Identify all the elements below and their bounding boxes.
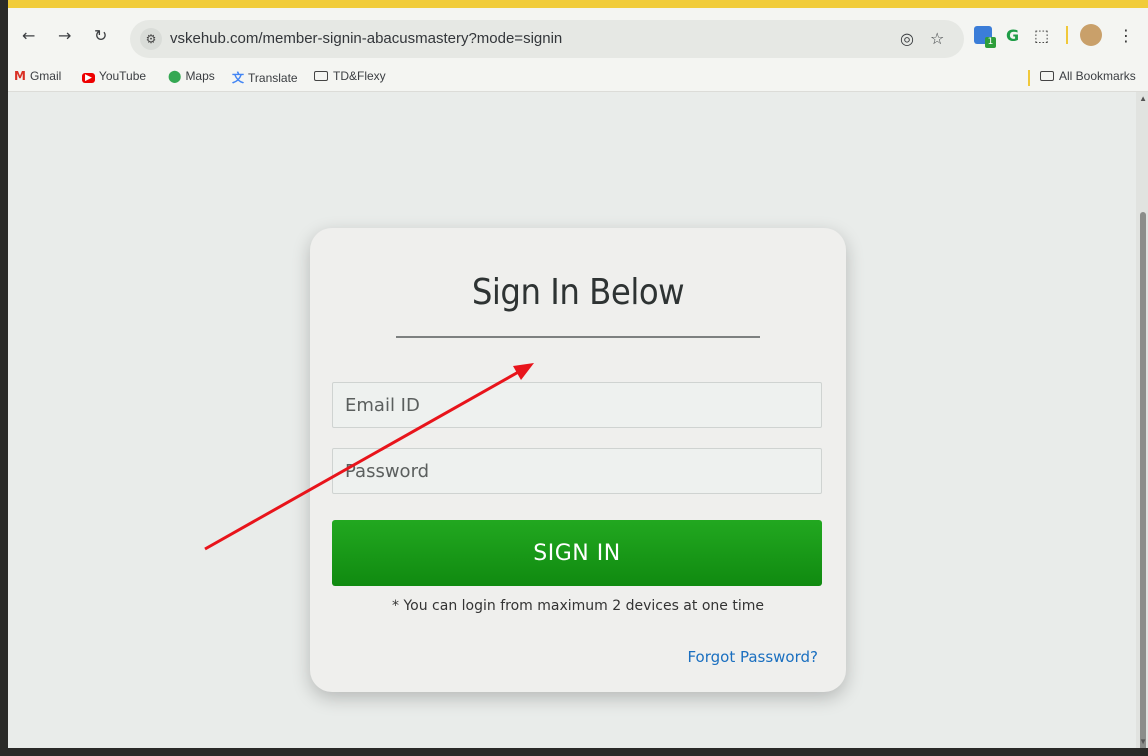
bookmark-label: YouTube: [98, 69, 147, 83]
screen: ← → ↻ ⚙ vskehub.com/member-signin-abacus…: [8, 0, 1148, 748]
page-scrollbar[interactable]: ▲ ▼: [1136, 92, 1148, 748]
extensions-puzzle-icon[interactable]: ⬚: [1034, 26, 1049, 45]
folder-icon: [314, 71, 328, 81]
bookmark-gmail[interactable]: M Gmail: [14, 69, 61, 83]
profile-avatar[interactable]: [1080, 24, 1102, 46]
bookmark-label: Maps: [185, 69, 215, 83]
reload-icon[interactable]: ↻: [94, 26, 107, 45]
signin-card: Sign In Below SIGN IN * You can login fr…: [310, 228, 846, 692]
scroll-up-icon[interactable]: ▲: [1139, 94, 1147, 103]
bookmarks-separator: [1028, 70, 1030, 86]
grammarly-icon[interactable]: G: [1006, 26, 1019, 45]
all-bookmarks-label: All Bookmarks: [1059, 69, 1136, 83]
url-text[interactable]: vskehub.com/member-signin-abacusmastery?…: [170, 30, 562, 47]
browser-toolbar: ← → ↻ ⚙ vskehub.com/member-signin-abacus…: [8, 8, 1148, 62]
bookmark-youtube[interactable]: ▶ YouTube: [82, 69, 146, 83]
more-vert-icon[interactable]: ⋮: [1118, 26, 1134, 45]
bookmark-label: Translate: [248, 71, 298, 85]
signin-button[interactable]: SIGN IN: [332, 520, 822, 586]
maps-icon: ⬤: [168, 69, 182, 83]
signin-title: Sign In Below: [471, 272, 685, 313]
bookmark-translate[interactable]: 文 Translate: [232, 69, 298, 86]
extension-badge: 1: [985, 37, 996, 48]
bookmark-star-icon[interactable]: ☆: [930, 29, 944, 48]
forgot-password-link[interactable]: Forgot Password?: [687, 648, 818, 666]
title-divider: [396, 336, 760, 338]
extension-icon[interactable]: 1: [974, 26, 996, 48]
tab-strip-edge: [8, 0, 1148, 8]
scroll-down-icon[interactable]: ▼: [1139, 737, 1147, 746]
bookmarks-bar: M Gmail ▶ YouTube ⬤ Maps 文 Translate TD&Flex…: [8, 62, 1148, 92]
bookmark-label: TD&Flexy: [333, 69, 386, 83]
address-bar[interactable]: ⚙ vskehub.com/member-signin-abacusmaster…: [130, 20, 964, 58]
eye-off-icon[interactable]: ◎: [900, 29, 914, 48]
site-info-icon[interactable]: ⚙: [140, 28, 162, 50]
youtube-icon: ▶: [82, 73, 95, 83]
bookmark-maps[interactable]: ⬤ Maps: [168, 69, 215, 83]
scroll-thumb[interactable]: [1140, 212, 1146, 748]
forward-arrow-icon[interactable]: →: [58, 26, 71, 45]
gmail-icon: M: [14, 69, 26, 83]
all-bookmarks[interactable]: All Bookmarks: [1040, 69, 1136, 83]
bookmark-label: Gmail: [29, 69, 62, 83]
email-input[interactable]: [332, 382, 822, 428]
device-limit-note: * You can login from maximum 2 devices a…: [392, 598, 764, 614]
translate-icon: 文: [232, 71, 245, 85]
password-input[interactable]: [332, 448, 822, 494]
back-arrow-icon[interactable]: ←: [22, 26, 35, 45]
folder-icon: [1040, 71, 1054, 81]
bookmark-td-flexy[interactable]: TD&Flexy: [314, 69, 386, 83]
toolbar-separator: [1066, 26, 1068, 44]
